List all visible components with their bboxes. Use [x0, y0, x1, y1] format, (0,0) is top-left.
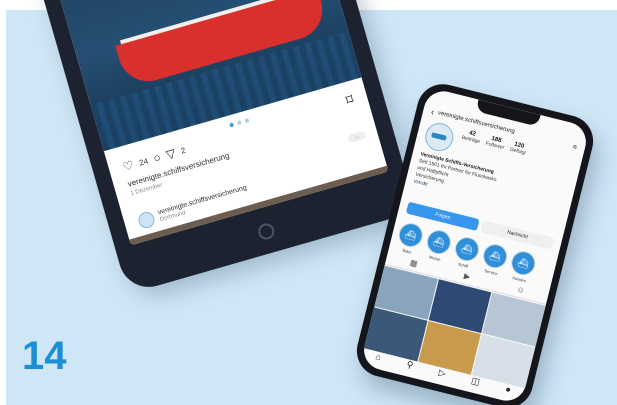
- photo-scene: ♡ 24 ○ ▽ 2 ⌑ vereinigte.schiffsversicher…: [0, 0, 617, 405]
- tagged-icon[interactable]: ☺: [516, 284, 526, 295]
- ship-icon: ⛴: [508, 248, 538, 278]
- like-count: 24: [137, 156, 150, 168]
- reels-icon[interactable]: ▶: [463, 271, 471, 281]
- home-icon[interactable]: ⌂: [374, 351, 382, 363]
- stat-followers[interactable]: 188 Follower: [485, 135, 506, 151]
- grid-icon[interactable]: ▦: [409, 258, 419, 269]
- page-number: 14: [22, 334, 67, 378]
- more-button[interactable]: ...: [346, 130, 367, 144]
- share-count: 2: [179, 145, 187, 156]
- reels-icon[interactable]: ▷: [438, 367, 447, 379]
- tablet-home-button[interactable]: [256, 221, 277, 242]
- highlight-item[interactable]: ⛴ Messe: [423, 227, 454, 264]
- shop-icon[interactable]: ◫: [470, 375, 481, 388]
- highlight-item[interactable]: ⛴ Kunden: [507, 248, 538, 285]
- ship-icon: ⛴: [480, 241, 510, 271]
- boat-photo: [43, 0, 362, 152]
- ship-icon: ⛴: [396, 220, 426, 250]
- stat-following[interactable]: 120 Gefolgt: [509, 141, 528, 157]
- carousel-dot-active: [229, 122, 235, 128]
- avatar[interactable]: [136, 210, 157, 230]
- highlight-item[interactable]: ⛴ Service: [479, 241, 510, 278]
- highlight-item[interactable]: ⛴ Team: [394, 220, 426, 257]
- carousel-dots: [229, 118, 250, 128]
- bookmark-icon[interactable]: ⌑: [344, 91, 356, 109]
- search-icon[interactable]: ⚲: [405, 359, 415, 371]
- carousel-dot: [236, 120, 242, 126]
- share-icon[interactable]: ▽: [164, 146, 177, 162]
- heart-icon[interactable]: ♡: [121, 158, 135, 174]
- back-icon[interactable]: ‹: [430, 107, 435, 117]
- profile-avatar[interactable]: [422, 120, 457, 155]
- ship-icon: ⛴: [452, 234, 482, 264]
- profile-icon[interactable]: ●: [504, 384, 512, 396]
- highlight-item[interactable]: ⛴ Schiff: [451, 234, 482, 271]
- menu-icon[interactable]: ≡: [572, 143, 578, 151]
- carousel-dot: [244, 118, 250, 123]
- ship-icon: ⛴: [424, 227, 454, 257]
- stat-posts[interactable]: 42 Beiträge: [461, 129, 482, 145]
- comment-icon[interactable]: ○: [152, 150, 163, 165]
